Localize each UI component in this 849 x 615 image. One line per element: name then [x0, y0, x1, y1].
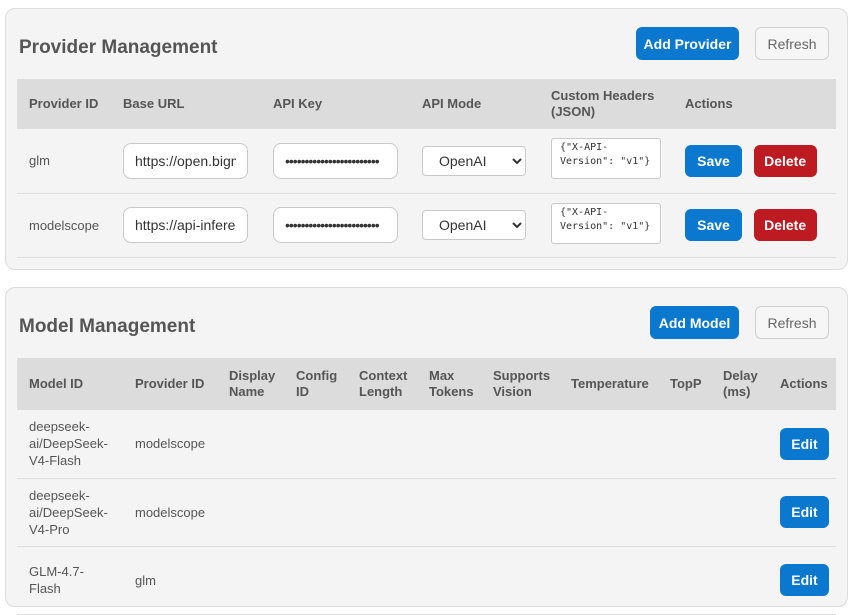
col-display-name: Display Name — [217, 358, 284, 410]
table-row: deepseek-ai/DeepSeek-V4-Pro modelscope E… — [17, 478, 836, 547]
col-api-key: API Key — [261, 79, 410, 129]
model-table: Model ID Provider ID Display Name Config… — [17, 358, 836, 615]
col-actions: Actions — [673, 79, 836, 129]
provider-id-cell: modelscope — [123, 410, 217, 479]
api-key-input[interactable] — [273, 142, 398, 179]
api-mode-select[interactable]: OpenAI — [422, 145, 526, 176]
context-length-cell — [347, 478, 417, 547]
col-actions: Actions — [768, 358, 836, 410]
supports-vision-cell — [481, 478, 559, 547]
col-config-id: Config ID — [284, 358, 347, 410]
config-id-cell — [284, 546, 347, 615]
col-temperature: Temperature — [559, 358, 658, 410]
model-management-card: Model Management Add Model Refresh Model… — [5, 287, 848, 615]
col-provider-id: Provider ID — [17, 79, 111, 129]
delete-button[interactable]: Delete — [753, 209, 817, 241]
display-name-cell — [217, 478, 284, 547]
model-table-header: Model ID Provider ID Display Name Config… — [17, 358, 836, 410]
base-url-input[interactable] — [123, 142, 248, 179]
config-id-cell — [284, 478, 347, 547]
model-id-cell: GLM-4.7-Flash — [17, 546, 123, 615]
display-name-cell — [217, 410, 284, 479]
context-length-cell — [347, 546, 417, 615]
base-url-input[interactable] — [123, 207, 248, 243]
api-mode-select[interactable]: OpenAI — [422, 210, 526, 240]
temperature-cell — [559, 410, 658, 479]
model-refresh-button[interactable]: Refresh — [755, 306, 829, 339]
table-row: deepseek-ai/DeepSeek-V4-Flash modelscope… — [17, 410, 836, 479]
model-id-cell: deepseek-ai/DeepSeek-V4-Flash — [17, 410, 123, 479]
table-row: modelscope OpenAI {"X-API-Version": "v1"… — [17, 193, 836, 258]
edit-button[interactable]: Edit — [780, 427, 829, 460]
supports-vision-cell — [481, 410, 559, 479]
temperature-cell — [559, 478, 658, 547]
delay-cell — [711, 410, 768, 479]
config-id-cell — [284, 410, 347, 479]
model-id-cell: deepseek-ai/DeepSeek-V4-Pro — [17, 478, 123, 547]
temperature-cell — [559, 546, 658, 615]
display-name-cell — [217, 546, 284, 615]
provider-id-cell: glm — [123, 546, 217, 615]
col-provider-id: Provider ID — [123, 358, 217, 410]
context-length-cell — [347, 410, 417, 479]
delay-cell — [711, 478, 768, 547]
col-context-length: Context Length — [347, 358, 417, 410]
provider-table: Provider ID Base URL API Key API Mode Cu… — [17, 79, 836, 258]
provider-management-card: Provider Management Add Provider Refresh… — [5, 8, 848, 270]
col-model-id: Model ID — [17, 358, 123, 410]
col-base-url: Base URL — [111, 79, 261, 129]
provider-refresh-button[interactable]: Refresh — [755, 27, 829, 60]
col-supports-vision: Supports Vision — [481, 358, 559, 410]
provider-id-cell: modelscope — [17, 193, 111, 258]
max-tokens-cell — [417, 546, 481, 615]
supports-vision-cell — [481, 546, 559, 615]
edit-button[interactable]: Edit — [780, 564, 829, 596]
topp-cell — [658, 410, 711, 479]
col-delay: Delay (ms) — [711, 358, 768, 410]
delete-button[interactable]: Delete — [753, 144, 817, 177]
table-row: glm OpenAI {"X-API-Version": "v1"} Save … — [17, 129, 836, 194]
max-tokens-cell — [417, 410, 481, 479]
topp-cell — [658, 478, 711, 547]
provider-id-cell: glm — [17, 129, 111, 194]
delay-cell — [711, 546, 768, 615]
api-key-input[interactable] — [273, 207, 398, 243]
edit-button[interactable]: Edit — [780, 496, 829, 528]
save-button[interactable]: Save — [685, 144, 742, 177]
custom-headers-textarea[interactable]: {"X-API-Version": "v1"} — [551, 202, 661, 244]
custom-headers-textarea[interactable]: {"X-API-Version": "v1"} — [551, 138, 661, 180]
col-custom-headers: Custom Headers (JSON) — [539, 79, 673, 129]
model-management-title: Model Management — [19, 316, 196, 337]
add-model-button[interactable]: Add Model — [650, 306, 739, 339]
add-provider-button[interactable]: Add Provider — [636, 27, 739, 60]
save-button[interactable]: Save — [685, 209, 742, 241]
provider-management-title: Provider Management — [19, 37, 218, 58]
max-tokens-cell — [417, 478, 481, 547]
provider-table-header: Provider ID Base URL API Key API Mode Cu… — [17, 79, 836, 129]
col-api-mode: API Mode — [410, 79, 539, 129]
table-row: GLM-4.7-Flash glm Edit — [17, 546, 836, 615]
col-topp: TopP — [658, 358, 711, 410]
provider-id-cell: modelscope — [123, 478, 217, 547]
col-max-tokens: Max Tokens — [417, 358, 481, 410]
topp-cell — [658, 546, 711, 615]
